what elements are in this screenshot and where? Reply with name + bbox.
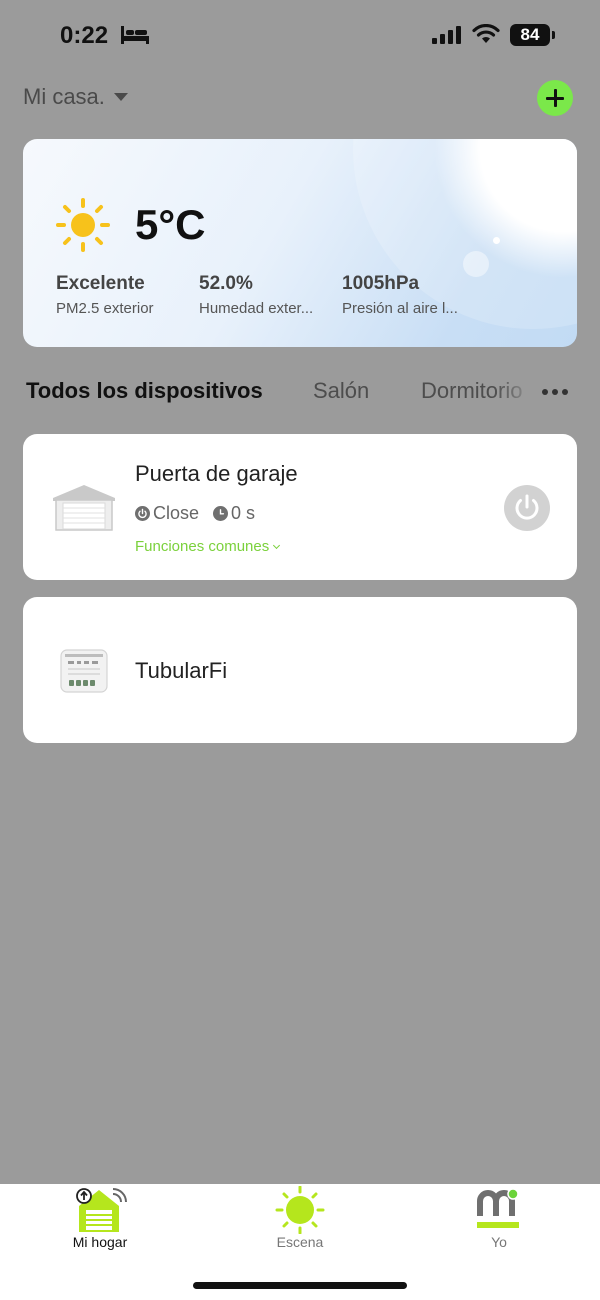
device-name: TubularFi xyxy=(135,658,228,683)
home-name: Mi casa. xyxy=(23,84,105,109)
nav-escena[interactable]: Escena xyxy=(235,1184,365,1254)
power-icon xyxy=(135,506,150,521)
metric-label: Humedad exter... xyxy=(199,300,314,317)
metric-value: 52.0% xyxy=(199,273,253,294)
nav-label: Escena xyxy=(276,1234,324,1250)
metric-value: 1005hPa xyxy=(342,273,420,294)
tab-all-devices[interactable]: Todos los dispositivos xyxy=(26,378,263,404)
add-icon[interactable] xyxy=(537,80,573,116)
clock-icon xyxy=(213,506,229,521)
device-status: Close xyxy=(153,503,200,523)
common-functions-label: Funciones comunes xyxy=(135,538,270,555)
metric-pressure: 1005hPa Presión al aire l... xyxy=(342,273,458,317)
garage-door-icon xyxy=(53,485,115,531)
battery-level: 84 xyxy=(510,24,550,46)
battery-icon: 84 xyxy=(510,24,556,46)
chevron-down-icon xyxy=(113,93,128,101)
device-card-tubularfi[interactable]: TubularFi xyxy=(23,597,577,743)
tab-salon[interactable]: Salón xyxy=(313,378,369,404)
nav-mi-hogar[interactable]: Mi hogar xyxy=(35,1184,165,1254)
status-bar: 0:22 84 xyxy=(0,0,600,72)
metric-label: Presión al aire l... xyxy=(342,300,458,317)
power-icon xyxy=(515,494,539,520)
chevron-down-icon xyxy=(273,541,281,550)
power-button[interactable] xyxy=(504,485,550,531)
metric-humidity: 52.0% Humedad exter... xyxy=(199,273,313,317)
nav-yo[interactable]: Yo xyxy=(434,1184,564,1254)
home-selector[interactable]: Mi casa. xyxy=(23,84,128,110)
device-status-row: Close 0 s xyxy=(135,503,255,524)
room-tabs: Todos los dispositivos Salón Dormitorio xyxy=(26,378,586,408)
device-card-garage[interactable]: Puerta de garaje Close 0 s Funciones com… xyxy=(23,434,577,580)
status-time: 0:22 xyxy=(60,22,109,49)
weather-card[interactable]: 5°C Excelente PM2.5 exterior 52.0% Humed… xyxy=(23,139,577,347)
sun-icon xyxy=(275,1186,325,1234)
device-name: Puerta de garaje xyxy=(135,461,298,486)
home-garage-icon xyxy=(76,1188,127,1232)
nav-label: Yo xyxy=(491,1234,507,1250)
wifi-icon xyxy=(472,24,500,43)
signal-icon xyxy=(432,26,461,44)
device-timer: 0 s xyxy=(231,503,256,523)
home-indicator xyxy=(193,1282,407,1289)
more-icon[interactable] xyxy=(540,386,570,398)
temperature: 5°C xyxy=(135,201,206,248)
metric-label: PM2.5 exterior xyxy=(56,300,154,317)
common-functions-link[interactable]: Funciones comunes xyxy=(135,538,281,555)
curtain-module-icon xyxy=(60,649,108,693)
nav-label: Mi hogar xyxy=(72,1234,128,1250)
sun-icon xyxy=(56,198,110,252)
bed-icon xyxy=(121,26,149,44)
metric-value: Excelente xyxy=(56,273,145,294)
profile-logo-icon xyxy=(477,1188,519,1228)
metric-pm25: Excelente PM2.5 exterior xyxy=(56,273,154,317)
